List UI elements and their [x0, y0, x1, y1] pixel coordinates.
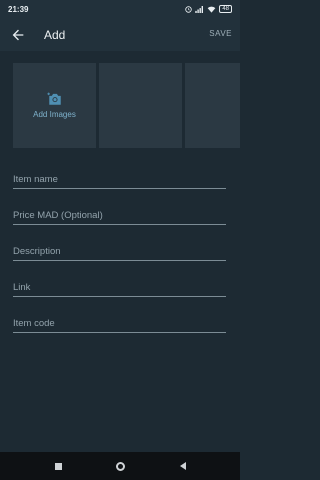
alarm-icon: [185, 5, 193, 13]
image-slot[interactable]: [99, 63, 182, 148]
save-button[interactable]: SAVE: [209, 29, 232, 38]
description-field[interactable]: Description: [13, 241, 226, 261]
status-time: 21:39: [8, 4, 29, 14]
image-gallery: Add Images: [13, 63, 240, 148]
price-field[interactable]: Price MAD (Optional): [13, 205, 226, 225]
add-photo-icon: [46, 92, 61, 105]
item-code-placeholder: Item code: [13, 318, 55, 329]
back-arrow-icon[interactable]: [10, 27, 26, 43]
system-nav-bar: [0, 452, 240, 480]
wifi-icon: [207, 6, 216, 13]
add-images-button[interactable]: Add Images: [13, 63, 96, 148]
item-name-placeholder: Item name: [13, 174, 58, 185]
home-button[interactable]: [116, 461, 125, 471]
signal-icon: [195, 5, 204, 13]
recents-button[interactable]: [54, 462, 62, 470]
add-images-label: Add Images: [33, 110, 76, 119]
app-bar: Add SAVE: [0, 18, 240, 51]
description-placeholder: Description: [13, 246, 61, 257]
item-name-field[interactable]: Item name: [13, 169, 226, 189]
price-placeholder: Price MAD (Optional): [13, 210, 103, 221]
item-code-field[interactable]: Item code: [13, 313, 226, 333]
page-title: Add: [44, 28, 66, 42]
battery-icon: 48: [219, 5, 232, 13]
link-placeholder: Link: [13, 282, 31, 293]
status-bar: 21:39 48: [0, 0, 240, 18]
status-icons: 48: [185, 5, 232, 13]
image-slot[interactable]: [185, 63, 240, 148]
link-field[interactable]: Link: [13, 277, 226, 297]
system-back-button[interactable]: [179, 462, 186, 470]
